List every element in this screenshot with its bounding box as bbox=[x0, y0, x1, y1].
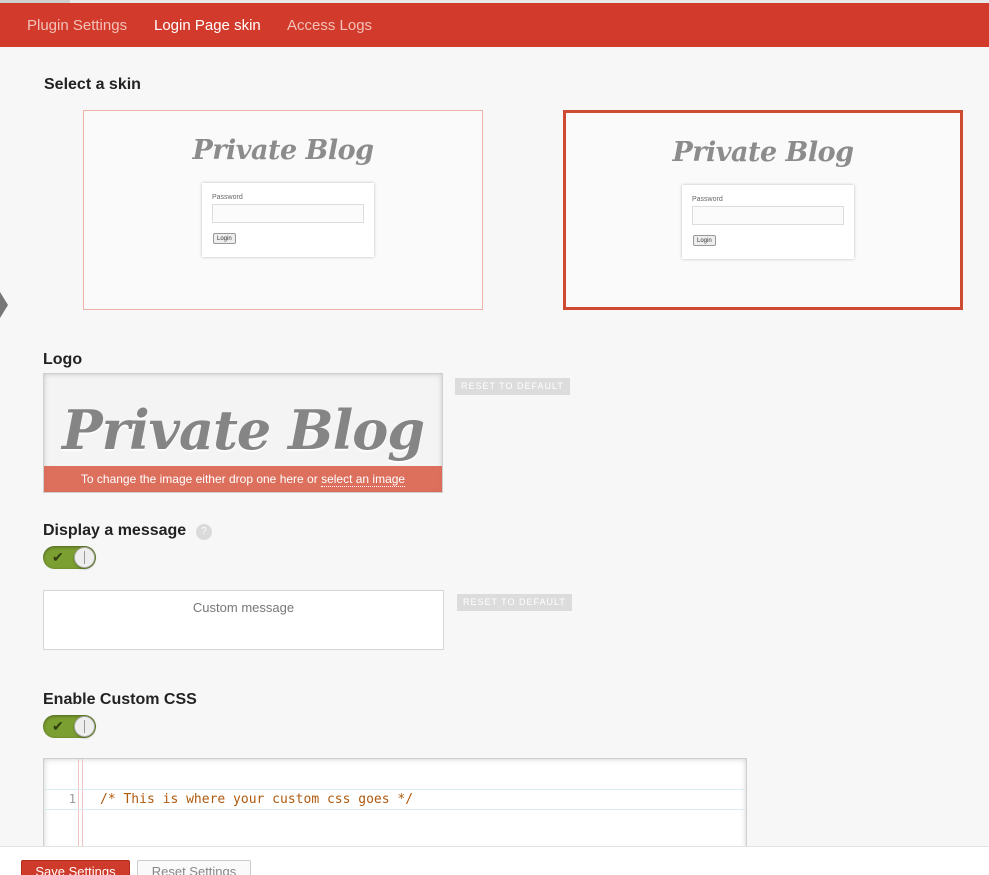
custom-message-placeholder: Custom message bbox=[192, 600, 295, 615]
reset-settings-button[interactable]: Reset Settings bbox=[137, 860, 251, 875]
logo-reset-to-default-button[interactable]: RESET TO DEFAULT bbox=[455, 378, 570, 395]
footer-action-bar: Save Settings Reset Settings bbox=[0, 846, 989, 875]
password-field-preview bbox=[692, 206, 844, 225]
message-reset-to-default-button[interactable]: RESET TO DEFAULT bbox=[457, 594, 572, 611]
skin-brand-logo: Private Blog bbox=[192, 135, 374, 166]
line-number: 1 bbox=[68, 792, 76, 806]
password-label: Password bbox=[212, 194, 243, 201]
check-icon: ✔ bbox=[52, 549, 64, 565]
skin-option-2-selected[interactable]: Private Blog Password Login bbox=[563, 110, 963, 310]
sidebar-collapse-arrow-icon[interactable] bbox=[0, 292, 8, 318]
display-message-heading: Display a message bbox=[43, 522, 187, 539]
tab-login-page-skin[interactable]: Login Page skin bbox=[154, 17, 261, 34]
custom-css-toggle[interactable]: ✔ bbox=[43, 715, 96, 738]
save-settings-button[interactable]: Save Settings bbox=[21, 860, 130, 875]
top-navigation-bar: Plugin Settings Login Page skin Access L… bbox=[0, 0, 989, 47]
logo-change-instructions: To change the image either drop one here… bbox=[80, 472, 322, 486]
editor-active-line: 1 /* This is where your custom css goes … bbox=[44, 789, 746, 810]
logo-change-overlay: To change the image either drop one here… bbox=[44, 466, 442, 492]
skin-login-form-preview: Password Login bbox=[202, 183, 374, 257]
select-image-link[interactable]: select an image bbox=[321, 472, 406, 487]
login-button-preview: Login bbox=[213, 233, 236, 244]
custom-css-editor[interactable]: 1 /* This is where your custom css goes … bbox=[43, 758, 747, 853]
custom-message-input[interactable]: Custom message bbox=[43, 590, 444, 650]
logo-dropzone[interactable]: Private Blog To change the image either … bbox=[43, 373, 443, 493]
select-skin-heading: Select a skin bbox=[44, 76, 141, 93]
help-icon[interactable]: ? bbox=[196, 524, 212, 540]
logo-heading: Logo bbox=[43, 351, 83, 368]
check-icon: ✔ bbox=[52, 718, 64, 734]
css-code-line[interactable]: /* This is where your custom css goes */ bbox=[100, 792, 413, 807]
logo-image: Private Blog bbox=[62, 398, 425, 462]
login-button-preview: Login bbox=[693, 235, 716, 246]
skin-brand-logo: Private Blog bbox=[672, 137, 854, 168]
tab-plugin-settings[interactable]: Plugin Settings bbox=[27, 17, 127, 34]
display-message-toggle[interactable]: ✔ bbox=[43, 546, 96, 569]
enable-custom-css-heading: Enable Custom CSS bbox=[43, 691, 197, 708]
password-field-preview bbox=[212, 204, 364, 223]
password-label: Password bbox=[692, 196, 723, 203]
topbar-corner-decoration bbox=[0, 0, 70, 3]
tab-access-logs[interactable]: Access Logs bbox=[287, 17, 372, 34]
toggle-knob bbox=[74, 716, 95, 737]
skin-option-1[interactable]: Private Blog Password Login bbox=[83, 110, 483, 310]
toggle-knob bbox=[74, 547, 95, 568]
skin-login-form-preview: Password Login bbox=[682, 185, 854, 259]
